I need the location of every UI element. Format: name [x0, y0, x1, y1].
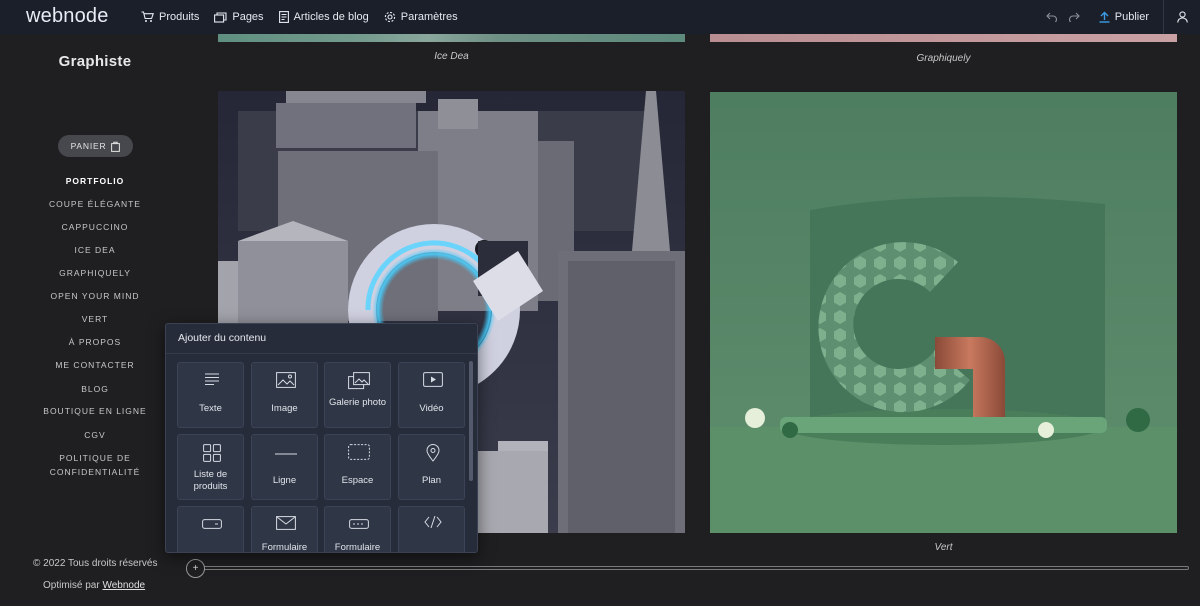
gallery-image-graphiquely[interactable] — [710, 34, 1177, 42]
cart-label: PANIER — [70, 141, 107, 151]
menu-item-politique[interactable]: POLITIQUE DE — [0, 451, 190, 465]
shopping-bag-icon — [111, 141, 121, 152]
pages-icon — [214, 11, 227, 23]
menu-item-cgv[interactable]: CGV — [0, 428, 190, 442]
image-icon — [275, 372, 296, 388]
menu-item-boutique[interactable]: BOUTIQUE EN LIGNE — [0, 404, 190, 418]
line-icon — [274, 453, 297, 455]
tile-image-label: Image — [271, 403, 298, 414]
code-icon — [423, 516, 442, 528]
webnode-link[interactable]: Webnode — [102, 580, 145, 591]
panel-divider — [166, 353, 477, 354]
tile-gallery-label: Galerie photo — [328, 397, 387, 408]
tile-video[interactable]: Vidéo — [398, 362, 465, 428]
space-icon — [347, 444, 370, 460]
site-title[interactable]: Graphiste — [0, 53, 190, 70]
tile-text[interactable]: Texte — [177, 362, 244, 428]
menu-item-portfolio[interactable]: PORTFOLIO — [0, 174, 190, 188]
nav-blog-label: Articles de blog — [293, 11, 369, 23]
menu-item-politique-line2[interactable]: CONFIDENTIALITÉ — [0, 465, 190, 479]
caption-ice-dea: Ice Dea — [434, 51, 469, 62]
tile-space-label: Espace — [341, 475, 374, 486]
tile-space[interactable]: Espace — [324, 434, 391, 500]
form-field-icon — [348, 519, 369, 529]
tile-video-label: Vidéo — [419, 403, 444, 414]
cart-button[interactable]: PANIER — [58, 135, 133, 157]
nav-products-label: Produits — [159, 11, 200, 23]
user-icon — [1176, 11, 1188, 23]
tile-map[interactable]: Plan — [398, 434, 465, 500]
tile-line[interactable]: Ligne — [251, 434, 318, 500]
nav-settings[interactable]: Paramètres — [384, 11, 458, 23]
nav-blog[interactable]: Articles de blog — [278, 11, 369, 23]
section-divider-line — [204, 566, 1189, 570]
optimised-prefix: Optimisé par — [43, 580, 103, 591]
blog-icon — [278, 11, 289, 23]
menu-item-coupe-elegante[interactable]: COUPE ÉLÉGANTE — [0, 197, 190, 211]
menu-item-ice-dea[interactable]: ICE DEA — [0, 243, 190, 257]
tile-gallery[interactable]: Galerie photo — [324, 362, 391, 428]
product-list-icon — [202, 444, 221, 462]
panel-title: Ajouter du contenu — [178, 332, 267, 344]
editor-topbar: webnode Produits Pages Articles de blog … — [0, 0, 1200, 34]
caption-graphiquely: Graphiquely — [916, 53, 971, 64]
redo-icon — [1068, 12, 1080, 22]
tile-image[interactable]: Image — [251, 362, 318, 428]
webnode-editor: webnode Produits Pages Articles de blog … — [0, 0, 1200, 606]
video-icon — [422, 372, 443, 387]
button-icon — [201, 519, 222, 529]
nav-pages-label: Pages — [232, 11, 264, 23]
tile-form-label: Formulaire — [261, 542, 308, 553]
tile-form-field[interactable]: Formulaire — [324, 506, 391, 553]
redo-button[interactable] — [1063, 12, 1085, 22]
vert-artwork — [710, 92, 1177, 533]
menu-item-blog[interactable]: BLOG — [0, 382, 190, 396]
menu-item-open-your-mind[interactable]: OPEN YOUR MIND — [0, 289, 190, 303]
tile-text-label: Texte — [199, 403, 222, 414]
topbar-actions: Publier — [1041, 0, 1200, 34]
tile-form[interactable]: Formulaire — [251, 506, 318, 553]
tile-product-list[interactable]: Liste de produits — [177, 434, 244, 500]
tile-form-field-label: Formulaire — [334, 542, 381, 553]
add-section-button[interactable]: + — [186, 559, 205, 578]
menu-item-graphiquely[interactable]: GRAPHIQUELY — [0, 266, 190, 280]
publish-button[interactable]: Publier — [1099, 11, 1149, 23]
tile-product-list-label: Liste de produits — [193, 469, 228, 492]
cart-icon — [141, 11, 154, 22]
add-content-panel: Ajouter du contenu Texte Image Galerie p… — [165, 323, 478, 553]
publish-label: Publier — [1114, 11, 1149, 23]
copyright-text: © 2022 Tous droits réservés — [33, 558, 158, 569]
tile-code[interactable] — [398, 506, 465, 552]
menu-item-vert[interactable]: VERT — [0, 312, 190, 326]
gear-icon — [384, 11, 395, 23]
undo-icon — [1045, 12, 1057, 22]
undo-button[interactable] — [1041, 12, 1063, 22]
webnode-logo: webnode — [26, 5, 109, 27]
map-pin-icon — [425, 444, 440, 462]
menu-item-a-propos[interactable]: À PROPOS — [0, 335, 190, 349]
panel-scrollbar[interactable] — [469, 361, 473, 481]
optimised-by: Optimisé par Webnode — [43, 580, 145, 591]
tile-line-label: Ligne — [272, 475, 297, 486]
tile-map-label: Plan — [421, 475, 441, 486]
menu-item-cappuccino[interactable]: CAPPUCCINO — [0, 220, 190, 234]
menu-item-me-contacter[interactable]: ME CONTACTER — [0, 358, 190, 372]
tile-button[interactable] — [177, 506, 244, 552]
editor-nav: Produits Pages Articles de blog Paramètr… — [141, 0, 473, 34]
gallery-icon — [347, 372, 370, 390]
nav-pages[interactable]: Pages — [214, 11, 264, 23]
upload-icon — [1099, 11, 1110, 23]
caption-vert: Vert — [934, 542, 953, 553]
nav-products[interactable]: Produits — [141, 11, 199, 23]
gallery-image-ice-dea[interactable] — [218, 34, 685, 42]
text-icon — [204, 373, 219, 385]
gallery-image-vert[interactable] — [710, 92, 1177, 533]
account-button[interactable] — [1164, 11, 1200, 23]
nav-settings-label: Paramètres — [400, 11, 458, 23]
envelope-icon — [275, 516, 296, 530]
